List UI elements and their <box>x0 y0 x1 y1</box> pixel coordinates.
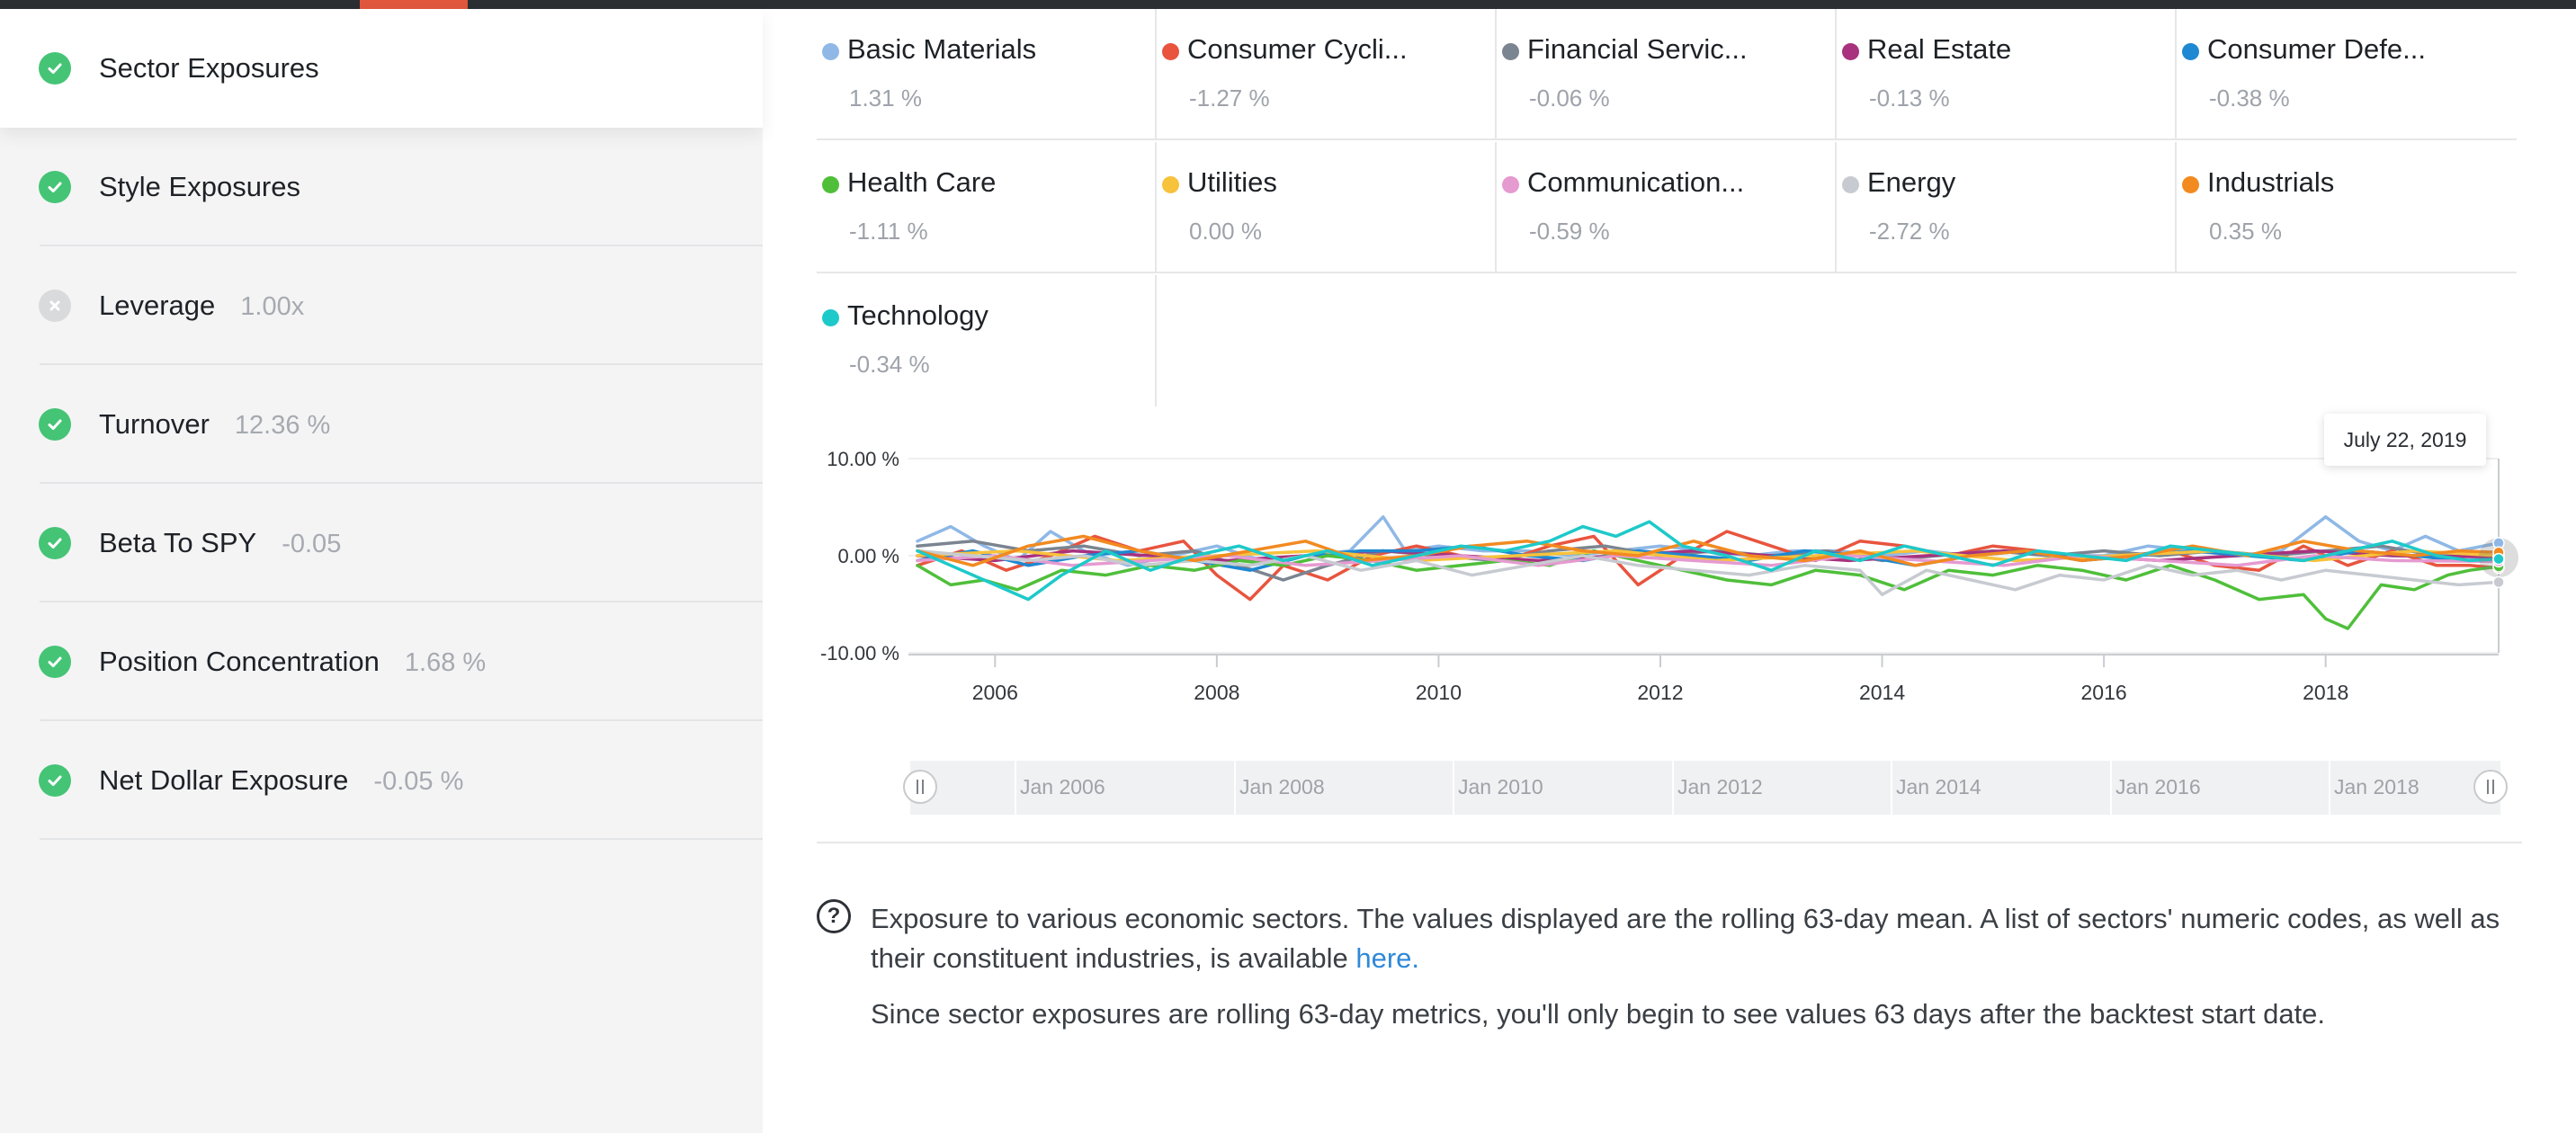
sidebar-item-turnover[interactable]: Turnover 12.36 % <box>0 365 763 484</box>
help-description: Exposure to various economic sectors. Th… <box>871 903 2500 974</box>
x-icon <box>39 290 71 322</box>
sidebar: Sector Exposures Style Exposures Leverag… <box>0 9 763 1133</box>
navigator-label: Jan 2008 <box>1239 775 1325 798</box>
sidebar-item-value: -0.05 % <box>373 767 464 796</box>
navigator-tick <box>1672 761 1674 815</box>
sidebar-item-leverage[interactable]: Leverage 1.00x <box>0 246 763 365</box>
chart-tooltip: July 22, 2019 <box>2324 414 2486 466</box>
help-text: Exposure to various economic sectors. Th… <box>871 899 2522 1034</box>
series-end-marker <box>2492 575 2505 589</box>
sector-codes-link[interactable]: here. <box>1355 942 1419 974</box>
main-panel: Basic Materials 1.31 % Consumer Cycli...… <box>763 9 2576 1133</box>
check-icon <box>39 52 71 85</box>
check-icon <box>39 527 71 559</box>
chart-svg[interactable]: 10.00 % 0.00 % -10.00 % 2006 2008 2010 2012 201… <box>763 9 2576 836</box>
y-tick-label: -10.00 % <box>820 642 899 665</box>
navigator-tick <box>2329 761 2330 815</box>
navigator-tick <box>1234 761 1236 815</box>
active-tab-indicator <box>360 0 468 9</box>
sidebar-item-value: 1.68 % <box>404 648 487 677</box>
navigator-label: Jan 2006 <box>1020 775 1105 798</box>
navigator-label: Jan 2010 <box>1458 775 1543 798</box>
sidebar-item-position-concentration[interactable]: Position Concentration 1.68 % <box>0 602 763 721</box>
x-tick-label: 2014 <box>1859 681 1905 704</box>
x-tick-label: 2016 <box>2081 681 2127 704</box>
question-icon: ? <box>817 899 851 933</box>
help-paragraph: Exposure to various economic sectors. Th… <box>871 899 2522 978</box>
navigator-tick <box>1891 761 1892 815</box>
sidebar-item-label: Beta To SPY -0.05 <box>99 527 342 558</box>
y-tick-label: 0.00 % <box>838 545 900 567</box>
sidebar-item-net-dollar-exposure[interactable]: Net Dollar Exposure -0.05 % <box>0 721 763 840</box>
navigator-label: Jan 2012 <box>1677 775 1763 798</box>
x-tick-label: 2008 <box>1194 681 1239 704</box>
navigator-label: Jan 2018 <box>2334 775 2419 798</box>
sidebar-item-value: 12.36 % <box>234 411 331 440</box>
navigator-tick <box>2110 761 2112 815</box>
series-end-marker <box>2492 552 2505 566</box>
navigator-left-handle[interactable] <box>903 770 937 804</box>
navigator-tick <box>1453 761 1454 815</box>
sidebar-item-label: Sector Exposures <box>99 52 319 84</box>
navigator-right-handle[interactable] <box>2473 770 2508 804</box>
sidebar-item-label: Turnover 12.36 % <box>99 408 331 440</box>
sidebar-item-sector-exposures[interactable]: Sector Exposures <box>0 9 763 128</box>
sidebar-item-label: Style Exposures <box>99 171 300 202</box>
divider <box>817 842 2522 843</box>
sidebar-item-label: Position Concentration 1.68 % <box>99 646 487 677</box>
divider <box>40 838 763 840</box>
x-tick-label: 2018 <box>2303 681 2348 704</box>
x-tick-label: 2010 <box>1416 681 1462 704</box>
sidebar-item-beta-to-spy[interactable]: Beta To SPY -0.05 <box>0 484 763 602</box>
y-tick-label: 10.00 % <box>827 448 899 470</box>
help-note: Since sector exposures are rolling 63-da… <box>871 998 2326 1030</box>
sidebar-item-label: Leverage 1.00x <box>99 290 305 321</box>
navigator-label: Jan 2014 <box>1896 775 1981 798</box>
x-tick-label: 2006 <box>972 681 1018 704</box>
check-icon <box>39 408 71 441</box>
check-icon <box>39 646 71 678</box>
range-navigator[interactable]: Jan 2006 Jan 2008 Jan 2010 Jan 2012 Jan … <box>903 761 2508 815</box>
sidebar-item-value: 1.00x <box>240 292 305 321</box>
x-tick-label: 2012 <box>1637 681 1683 704</box>
sector-exposure-chart[interactable]: 10.00 % 0.00 % -10.00 % 2006 2008 2010 2012 201… <box>763 9 2576 836</box>
sidebar-item-style-exposures[interactable]: Style Exposures <box>0 128 763 246</box>
check-icon <box>39 764 71 797</box>
sidebar-item-value: -0.05 <box>282 530 342 558</box>
check-icon <box>39 171 71 203</box>
navigator-label: Jan 2016 <box>2115 775 2201 798</box>
top-bar <box>0 0 2576 9</box>
sidebar-item-label: Net Dollar Exposure -0.05 % <box>99 764 464 796</box>
navigator-tick <box>1015 761 1016 815</box>
